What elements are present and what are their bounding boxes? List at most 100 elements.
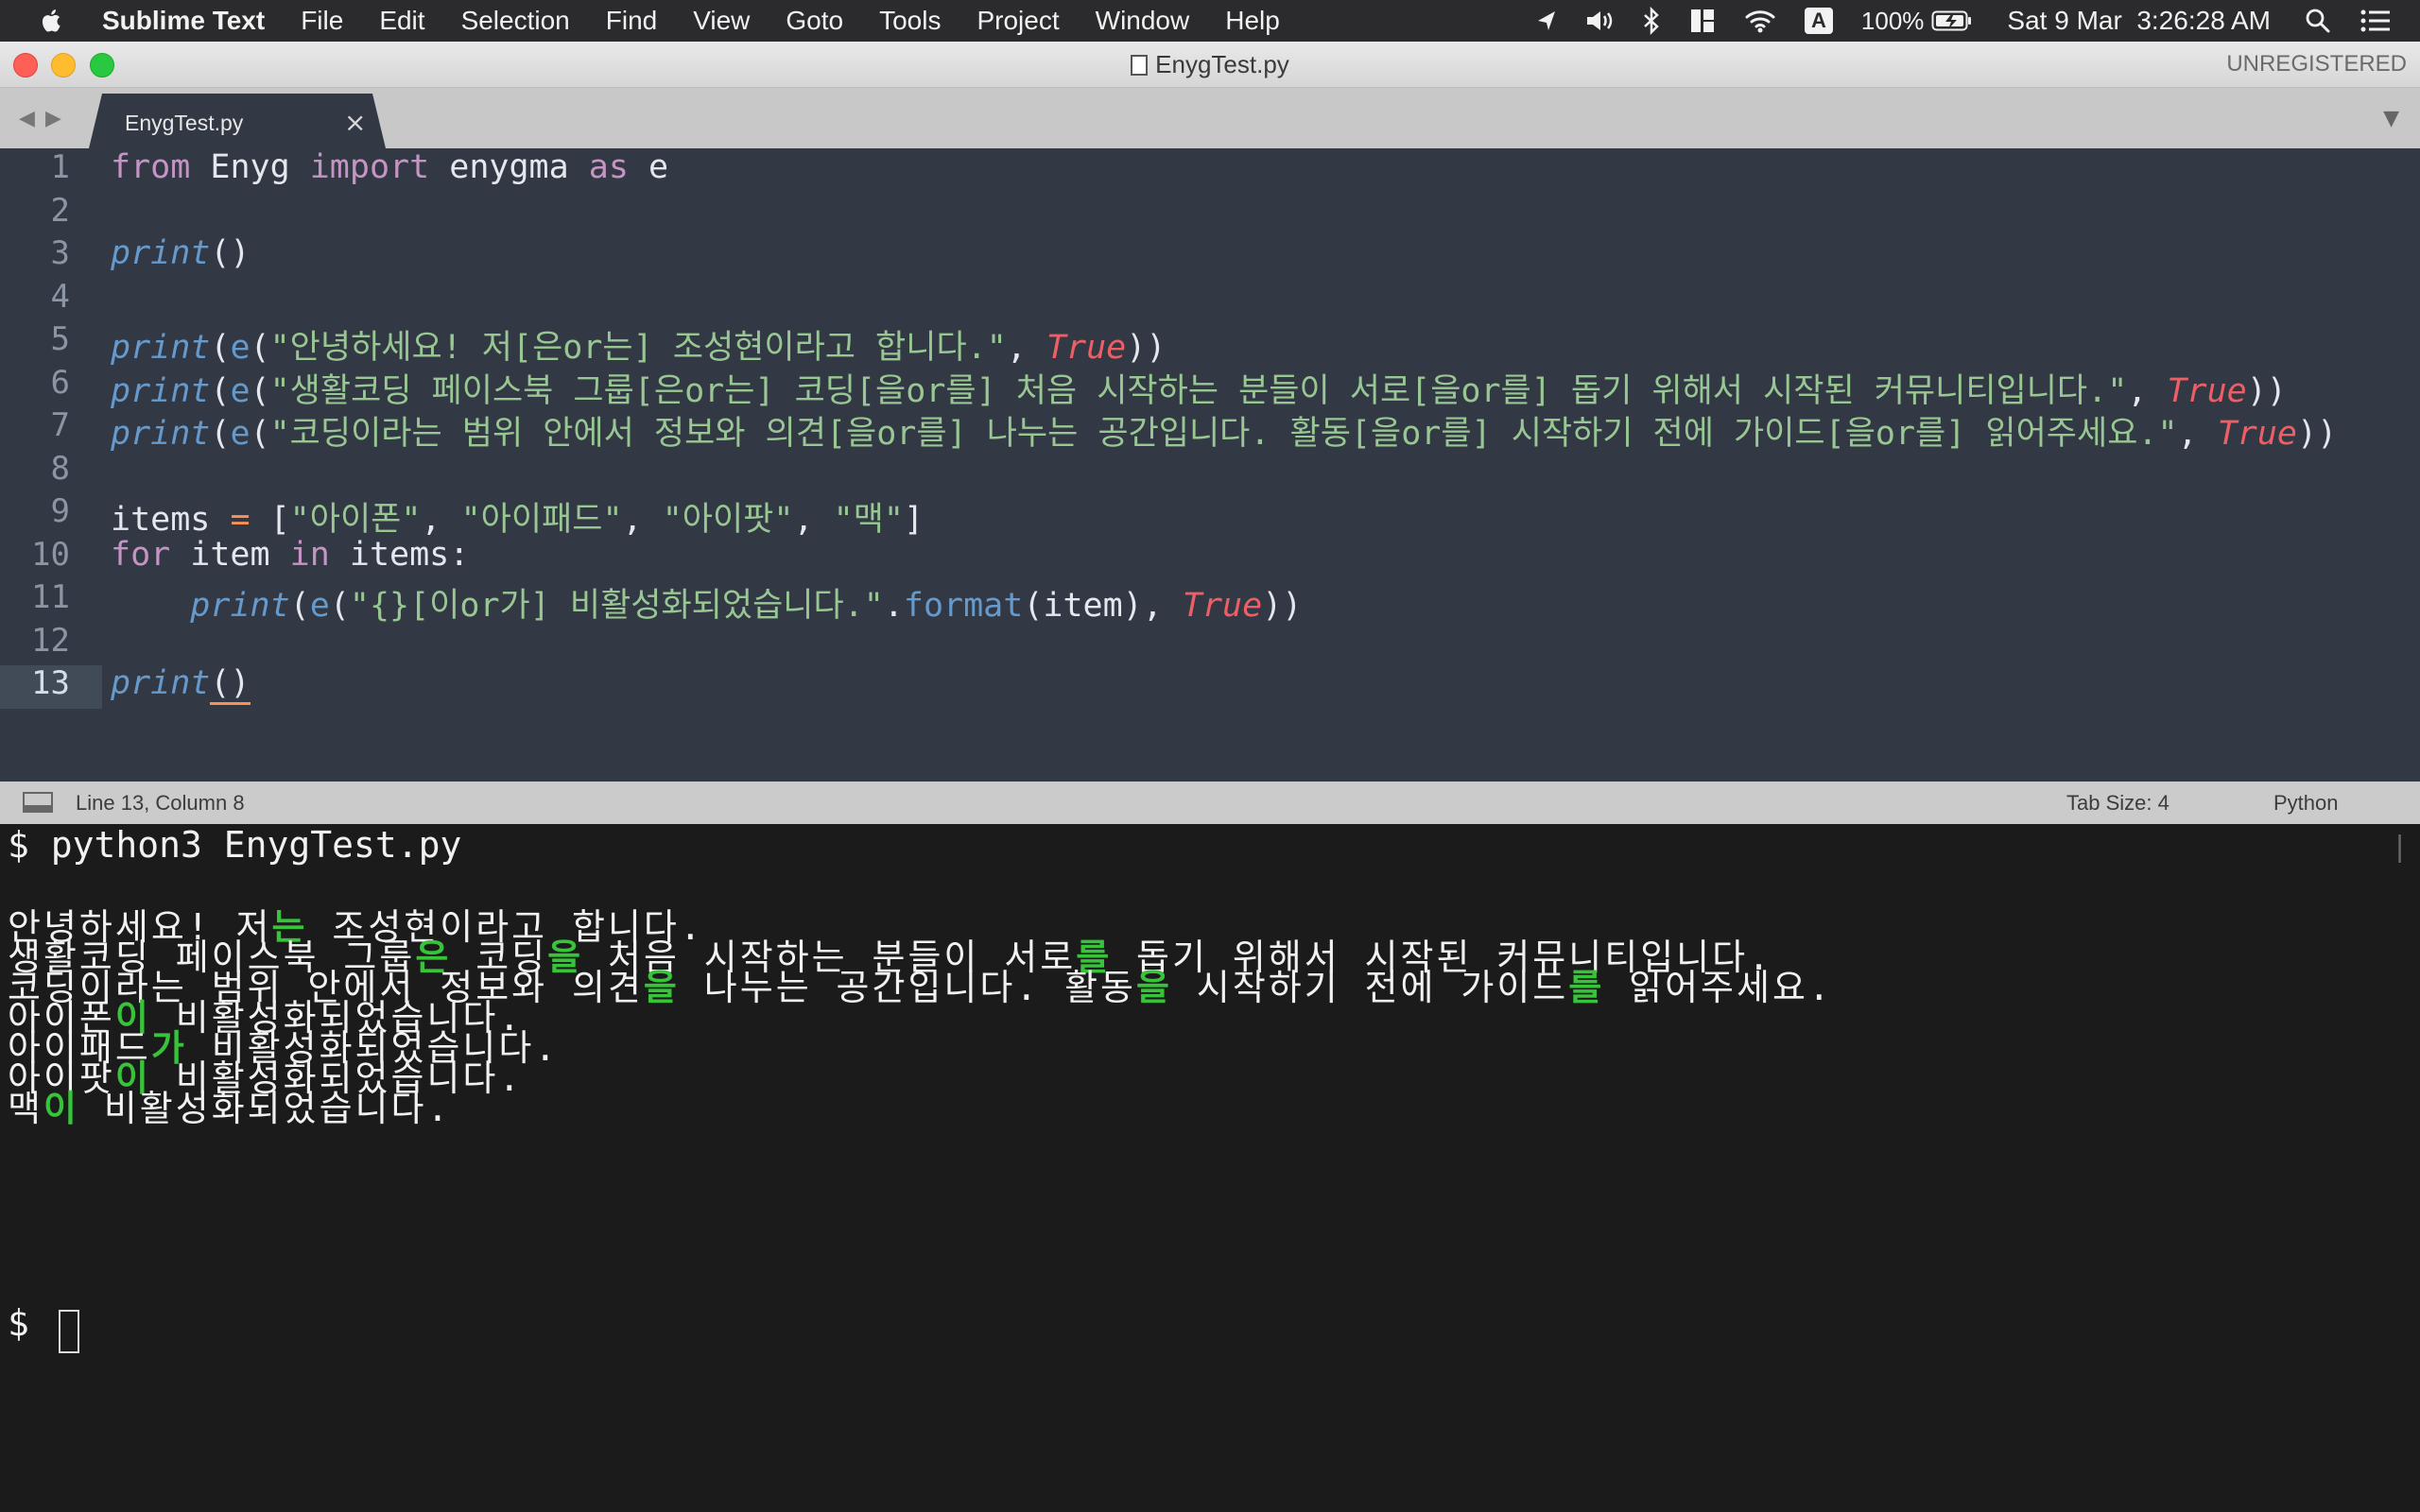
code-line[interactable]: print() (111, 664, 251, 705)
code-token: "아이패드" (460, 501, 623, 539)
menu-file[interactable]: File (301, 6, 343, 36)
code-token: , (793, 501, 834, 539)
code-line[interactable]: items = ["아이폰", "아이패드", "아이팟", "맥"] (111, 492, 924, 541)
tab-label: EnygTest.py (125, 111, 244, 135)
menu-project[interactable]: Project (977, 6, 1059, 36)
app-menu[interactable]: Sublime Text (102, 6, 265, 36)
code-token: Enyg (190, 148, 310, 186)
code-token: e (309, 587, 330, 625)
license-status: UNREGISTERED (2226, 51, 2407, 77)
status-menus: A 100% Sat 9 Mar 3:26:28 AM (1536, 0, 2392, 42)
window-title-bar: EnygTest.py UNREGISTERED (0, 42, 2420, 88)
tab-enygtest[interactable]: EnygTest.py × (89, 94, 386, 148)
line-number: 6 (50, 363, 70, 402)
code-token: ( (250, 371, 270, 410)
tab-list-dropdown-icon[interactable]: ▼ (2383, 107, 2399, 130)
notification-center-icon[interactable] (2360, 9, 2392, 33)
highlighted-particle: 를 (1568, 967, 1605, 1008)
code-token: = (230, 501, 251, 539)
menu-selection[interactable]: Selection (461, 6, 570, 36)
clock[interactable]: Sat 9 Mar 3:26:28 AM (2007, 6, 2271, 36)
code-line[interactable]: print(e("생활코딩 페이스북 그룹[은or는] 코딩[을or를] 처음 … (111, 364, 2287, 412)
line-number: 10 (31, 535, 70, 574)
code-line[interactable]: from Enyg import enygma as e (111, 148, 668, 186)
tab-back-icon[interactable]: ◀ (19, 107, 35, 130)
menu-goto[interactable]: Goto (786, 6, 843, 36)
location-icon[interactable] (1536, 9, 1557, 33)
wifi-icon[interactable] (1744, 9, 1776, 33)
highlighted-particle: 이 (43, 1088, 79, 1129)
code-token: e (230, 329, 251, 367)
code-token: () (210, 234, 251, 272)
code-token: format (903, 587, 1024, 625)
code-token: for (111, 535, 171, 574)
line-number: 13 (31, 664, 70, 702)
code-line[interactable]: print(e("{}[이or가] 비활성화되었습니다.".format(ite… (111, 578, 1302, 627)
menu-edit[interactable]: Edit (379, 6, 424, 36)
code-token: ( (210, 371, 231, 410)
code-line[interactable]: print(e("코딩이라는 범위 안에서 정보와 의견[을or를] 나누는 공… (111, 406, 2337, 455)
menu-bar: Sublime Text File Edit Selection Find Vi… (0, 0, 2420, 42)
line-number: 12 (31, 621, 70, 660)
code-token: print (111, 415, 211, 453)
panel-toggle-icon[interactable] (23, 792, 53, 813)
tab-forward-icon[interactable]: ▶ (45, 107, 61, 130)
line-number: 2 (50, 191, 70, 230)
code-token: print (111, 329, 211, 367)
terminal-panel[interactable]: $ python3 EnygTest.py 안녕하세요! 저는 조성현이라고 합… (0, 824, 2420, 1512)
code-token: "아이팟" (662, 501, 794, 539)
code-token: , (2177, 415, 2218, 453)
menu-tools[interactable]: Tools (879, 6, 941, 36)
code-token: print (111, 234, 211, 272)
code-line[interactable]: print(e("안녕하세요! 저[은or는] 조성현이라고 합니다.", Tr… (111, 320, 1166, 369)
line-number: 5 (50, 320, 70, 358)
terminal-output-line: 맥이 비활성화되었습니다. (8, 1079, 451, 1131)
code-token: , (1006, 329, 1046, 367)
line-number: 1 (50, 148, 70, 186)
code-token: item (170, 535, 290, 574)
code-token: )) (1262, 587, 1303, 625)
code-token: "생활코딩 페이스북 그룹[은or는] 코딩[을or를] 처음 시작하는 분들이… (269, 371, 2128, 410)
code-line[interactable]: for item in items: (111, 536, 469, 574)
code-line[interactable]: print() (111, 234, 251, 272)
cursor-position[interactable]: Line 13, Column 8 (76, 782, 245, 824)
menu-view[interactable]: View (693, 6, 750, 36)
line-number: 4 (50, 277, 70, 316)
code-token: print (111, 664, 211, 702)
input-source-icon[interactable]: A (1804, 8, 1833, 34)
code-token: [ (250, 501, 290, 539)
code-editor[interactable]: 1 2 3 4 5 6 7 8 9 10 11 12 13 from Enyg import enygm… (0, 148, 2420, 782)
syntax-selector[interactable]: Python (2273, 782, 2339, 824)
line-number: 11 (31, 578, 70, 616)
terminal-prompt: $ (8, 1302, 29, 1344)
tab-bar: ◀ ▶ EnygTest.py × ▼ (0, 88, 2420, 148)
code-token: print (190, 587, 290, 625)
code-token: ] (903, 501, 925, 539)
menu-window[interactable]: Window (1096, 6, 1190, 36)
code-token: ( (329, 587, 350, 625)
apple-icon[interactable] (38, 7, 66, 35)
tab-size-selector[interactable]: Tab Size: 4 (2066, 782, 2169, 824)
spotlight-icon[interactable] (2305, 8, 2331, 34)
menu-help[interactable]: Help (1225, 6, 1280, 36)
line-number: 9 (50, 492, 70, 530)
code-token: print (111, 371, 211, 410)
code-token: True (1182, 587, 1263, 625)
code-token: "{}[이or가] 비활성화되었습니다." (349, 587, 884, 625)
line-number: 8 (50, 449, 70, 488)
code-token: "안녕하세요! 저[은or는] 조성현이라고 합니다." (269, 329, 1007, 367)
volume-icon[interactable] (1585, 9, 1614, 33)
code-token: . (883, 587, 904, 625)
battery-icon[interactable] (1931, 9, 1973, 32)
code-token: "코딩이라는 범위 안에서 정보와 의견[을or를] 나누는 공간입니다. 활동… (269, 415, 2178, 453)
code-token: True (1046, 329, 1127, 367)
code-token: ( (210, 329, 231, 367)
window-manager-icon[interactable] (1689, 8, 1716, 34)
code-token: e (230, 415, 251, 453)
tab-close-icon[interactable]: × (344, 107, 366, 138)
menu-find[interactable]: Find (606, 6, 657, 36)
code-token: in (289, 535, 330, 574)
code-token: , (421, 501, 461, 539)
battery-percentage[interactable]: 100% (1861, 7, 1925, 36)
bluetooth-icon[interactable] (1642, 7, 1661, 35)
